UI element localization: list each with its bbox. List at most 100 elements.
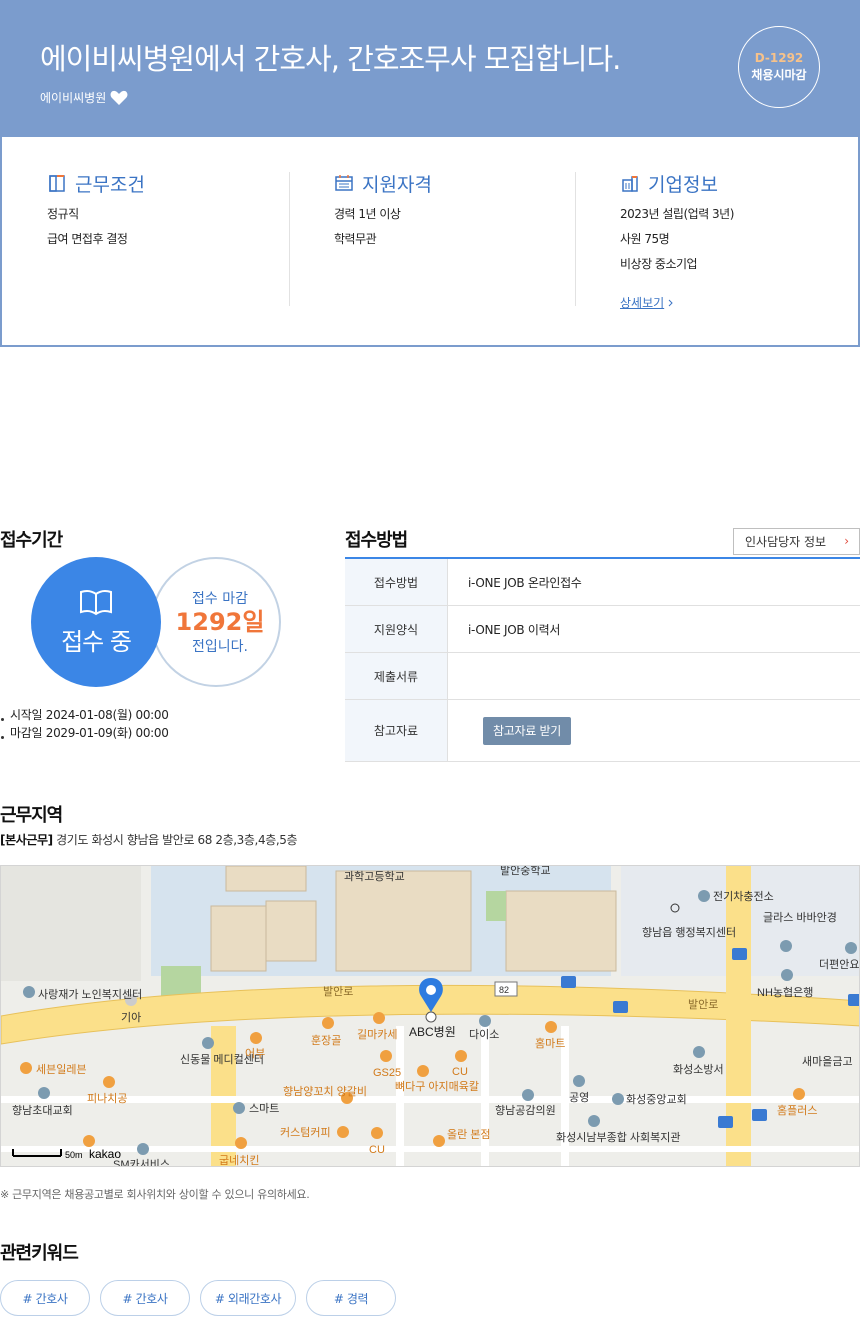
company-name-row: 에이비씨병원 <box>40 89 128 106</box>
start-date: 시작일 2024-01-08(월) 00:00 <box>0 706 169 724</box>
receipt-status-circle: 접수 중 <box>31 557 161 687</box>
map-label: 홈마트 <box>535 1036 565 1050</box>
map-label: 피나치공 <box>87 1092 127 1105</box>
map-label: CU <box>452 1066 468 1078</box>
row-label: 접수방법 <box>345 559 448 605</box>
row-value: i-ONE JOB 이력서 <box>468 622 561 637</box>
address-tag: [본사근무] <box>0 833 53 847</box>
hr-contact-label: 인사담당자 정보 <box>745 535 827 549</box>
education: 학력무관 <box>334 232 377 246</box>
location-note: ※ 근무지역은 채용공고별로 회사위치와 상이할 수 있으니 유의하세요. <box>0 1188 310 1201</box>
method-table: 접수방법 i-ONE JOB 온라인접수 지원양식 i-ONE JOB 이력서 … <box>345 557 860 762</box>
map-label: 세븐일레븐 <box>36 1062 87 1076</box>
chevron-right-icon: › <box>844 534 849 548</box>
map-label: 82 <box>499 985 509 995</box>
map-label: 전기차충전소 <box>713 890 774 903</box>
table-row: 참고자료 참고자료 받기 <box>345 700 860 762</box>
map-label: 더편안요 <box>819 958 859 971</box>
calendar-icon <box>335 175 353 191</box>
qualifications-title: 지원자격 <box>362 173 432 196</box>
map-label: 뼈다구 아지매육칼 <box>395 1080 479 1093</box>
deadline-suffix: 전입니다. <box>192 639 248 655</box>
work-address: [본사근무] 경기도 화성시 향남읍 발안로 68 2층,3층,4층,5층 <box>0 831 298 848</box>
map-label: 사랑재가 노인복지센터 <box>38 988 142 1001</box>
keywords-title: 관련키워드 <box>0 1243 79 1264</box>
period-dates: 시작일 2024-01-08(월) 00:00 마감일 2029-01-09(화… <box>0 706 169 742</box>
company-founded: 2023년 설립(업력 3년) <box>620 207 734 221</box>
row-value: 참고자료 받기 <box>448 700 860 761</box>
employee-count: 사원 75명 <box>620 232 670 246</box>
map-label: 다이소 <box>469 1028 499 1041</box>
map-label: NH농협은행 <box>757 986 813 999</box>
map-scale-label: 50m <box>65 1150 83 1160</box>
map-label: 향남초대교회 <box>12 1104 73 1117</box>
table-row: 제출서류 <box>345 653 860 700</box>
row-value <box>448 653 860 699</box>
keyword-tag[interactable]: # 외래간호사 <box>200 1280 296 1316</box>
map-label: GS25 <box>373 1067 401 1079</box>
map-label: 홈플러스 <box>777 1103 817 1117</box>
map-label: 굽네치킨 <box>219 1154 259 1167</box>
job-title: 에이비씨병원에서 간호사, 간호조무사 모집합니다. <box>40 42 621 76</box>
hr-contact-button[interactable]: 인사담당자 정보 › <box>733 528 860 555</box>
keyword-list: # 간호사 # 간호사 # 외래간호사 # 경력 <box>0 1280 396 1316</box>
salary: 급여 면접후 결정 <box>47 232 128 246</box>
download-reference-button[interactable]: 참고자료 받기 <box>483 716 571 745</box>
row-label: 지원양식 <box>345 606 448 652</box>
map-label: 기아 <box>121 1011 141 1024</box>
work-type: 정규직 <box>47 207 79 221</box>
map-label: 화성중앙교회 <box>626 1093 687 1106</box>
deadline-days: 1292일 <box>175 608 265 636</box>
qualifications-heading: 지원자격 <box>334 172 575 196</box>
company-detail-link[interactable]: 상세보기 <box>620 294 674 311</box>
building-icon <box>622 176 638 192</box>
row-label: 참고자료 <box>345 700 448 761</box>
row-label: 제출서류 <box>345 653 448 699</box>
work-conditions-title: 근무조건 <box>75 173 145 196</box>
job-summary-box: 근무조건 정규직 급여 면접후 결정 지원자격 경력 1년 이상 학력무관 기업… <box>0 137 860 347</box>
map-label: 발안로 <box>323 985 353 998</box>
map-label: 공영 <box>569 1091 589 1104</box>
address-text: 경기도 화성시 향남읍 발안로 68 2층,3층,4층,5층 <box>56 833 298 847</box>
dday-status: 채용시마감 <box>751 68 807 82</box>
location-map[interactable]: 과학고등학교 발안중학교 전기차충전소 향남읍 행정복지센터 글라스 바바안경 … <box>0 865 860 1167</box>
map-label: 커스텀커피 <box>280 1126 331 1139</box>
work-conditions-heading: 근무조건 <box>47 172 289 196</box>
map-label: 새마을금고 <box>802 1055 853 1068</box>
company-detail-label: 상세보기 <box>620 296 665 310</box>
deadline-circle: 접수 마감 1292일 전입니다. <box>151 557 281 687</box>
door-icon <box>49 175 65 192</box>
map-label: 과학고등학교 <box>344 870 405 883</box>
job-header: 에이비씨병원에서 간호사, 간호조무사 모집합니다. 에이비씨병원 D-1292… <box>0 0 860 137</box>
row-value: i-ONE JOB 온라인접수 <box>468 575 582 590</box>
keyword-tag[interactable]: # 간호사 <box>0 1280 90 1316</box>
map-label: 스마트 <box>249 1102 279 1115</box>
map-label: 발안로 <box>688 998 718 1011</box>
map-label: 향남읍 행정복지센터 <box>642 926 736 939</box>
heart-icon[interactable] <box>110 90 128 106</box>
map-label: 글라스 바바안경 <box>763 911 837 924</box>
chevron-right-icon <box>668 299 673 306</box>
location-title: 근무지역 <box>0 805 63 826</box>
company-info-title: 기업정보 <box>648 173 718 196</box>
keyword-tag[interactable]: # 간호사 <box>100 1280 190 1316</box>
map-label: 길마카세 <box>357 1028 397 1041</box>
map-label: 훈장골 <box>311 1034 341 1047</box>
method-title: 접수방법 <box>345 530 408 551</box>
map-marker-label: ABC병원 <box>409 1025 456 1039</box>
end-date: 마감일 2029-01-09(화) 00:00 <box>0 724 169 742</box>
map-label: CU <box>369 1144 385 1156</box>
company-info-heading: 기업정보 <box>620 172 860 196</box>
map-label: 향남양꼬치 양갈비 <box>283 1084 367 1098</box>
kakao-logo: kakao <box>89 1147 121 1161</box>
company-type: 비상장 중소기업 <box>620 257 698 271</box>
map-label: 올란 본점 <box>447 1128 491 1141</box>
company-name[interactable]: 에이비씨병원 <box>40 89 106 106</box>
work-conditions: 근무조건 정규직 급여 면접후 결정 <box>47 172 289 306</box>
keyword-tag[interactable]: # 경력 <box>306 1280 396 1316</box>
map-label: 향남공감의원 <box>495 1104 556 1117</box>
map-label: 화성소방서 <box>673 1063 724 1076</box>
book-icon <box>80 589 112 615</box>
map-canvas[interactable]: 과학고등학교 발안중학교 전기차충전소 향남읍 행정복지센터 글라스 바바안경 … <box>1 866 860 1167</box>
qualifications: 지원자격 경력 1년 이상 학력무관 <box>289 172 575 306</box>
